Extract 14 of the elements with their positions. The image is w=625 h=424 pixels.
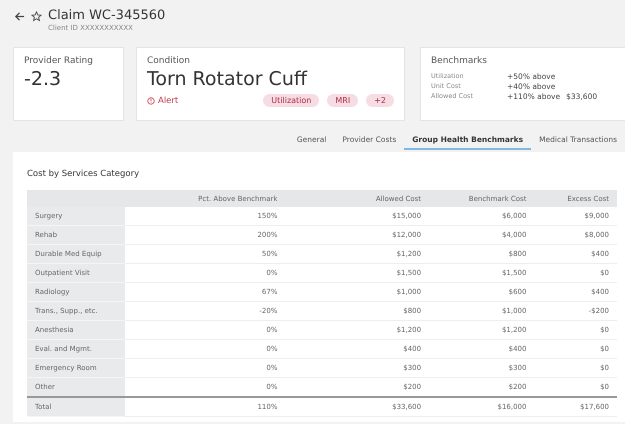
condition-tag: Utilization [263,94,320,107]
alert-icon [147,96,155,104]
star-icon[interactable] [31,11,42,22]
condition-name: Torn Rotator Cuff [147,68,308,90]
provider-rating-value: -2.3 [24,68,62,90]
claim-title: Claim WC-345560 [48,8,166,23]
condition-tag: +2 [366,94,394,107]
condition-tag: MRI [327,94,358,107]
benchmarks-title: Benchmarks [431,56,488,66]
provider-rating-label: Provider Rating [24,56,94,66]
condition-label: Condition [147,56,191,66]
back-arrow-icon[interactable] [14,11,25,22]
alert-text: Alert [158,96,178,106]
table-title: Cost by Services Category [27,169,140,179]
